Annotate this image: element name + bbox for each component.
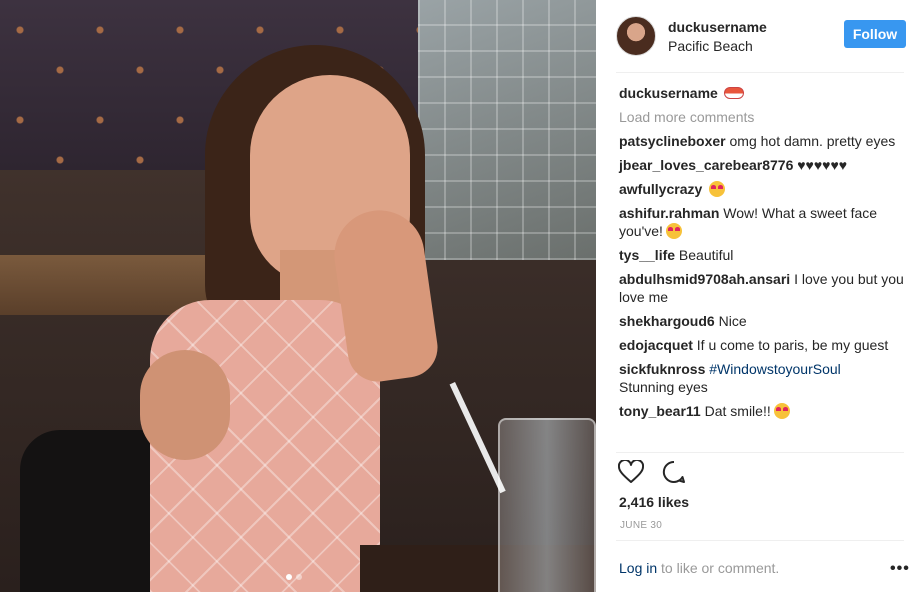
person-arm-left [140, 350, 230, 460]
comment-username[interactable]: edojacquet [619, 337, 693, 353]
caption: duckusername [619, 84, 909, 102]
carousel-indicator[interactable] [286, 574, 302, 580]
more-options-icon[interactable]: ••• [890, 560, 910, 578]
comment-text: Nice [714, 313, 747, 329]
comment: jbear_loves_carebear8776 ♥♥♥♥♥♥ [619, 156, 909, 174]
comment-username[interactable]: patsyclineboxer [619, 133, 726, 149]
divider [616, 72, 904, 73]
comment-text [702, 181, 706, 197]
login-prompt: Log in to like or comment. [619, 560, 779, 576]
comment-text: Dat smile!! [700, 403, 771, 419]
comment-username[interactable]: jbear_loves_carebear8776 [619, 157, 793, 173]
comment-text: Stunning eyes [619, 379, 708, 395]
heart-eyes-icon [665, 223, 682, 239]
comment-username[interactable]: ashifur.rahman [619, 205, 719, 221]
login-suffix: to like or comment. [657, 560, 780, 576]
divider [616, 540, 904, 541]
follow-button[interactable]: Follow [844, 20, 906, 48]
comment: ashifur.rahman Wow! What a sweet face yo… [619, 204, 909, 240]
comment-username[interactable]: abdulhsmid9708ah.ansari [619, 271, 790, 287]
comment-username[interactable]: awfullycrazy [619, 181, 702, 197]
comment-text: Beautiful [675, 247, 734, 263]
comment: edojacquet If u come to paris, be my gue… [619, 336, 909, 354]
background-counter [0, 255, 210, 315]
comment: tony_bear11 Dat smile!! [619, 402, 909, 420]
post-header: duckusername Pacific Beach Follow [596, 0, 924, 72]
action-bar [618, 460, 686, 484]
likes-count[interactable]: 2,416 likes [619, 494, 689, 510]
post-date: JUNE 30 [620, 520, 663, 531]
comment: shekhargoud6 Nice [619, 312, 909, 330]
comment-text: ♥♥♥♥♥♥ [793, 157, 848, 173]
comment-username[interactable]: tys__life [619, 247, 675, 263]
comment: abdulhsmid9708ah.ansari I love you but y… [619, 270, 909, 306]
hashtag-link[interactable]: #WindowstoyourSoul [709, 361, 841, 377]
drinking-glass [498, 418, 596, 592]
comment-text: omg hot damn. pretty eyes [725, 133, 896, 149]
post-side-panel: duckusername Pacific Beach Follow duckus… [596, 0, 924, 592]
avatar[interactable] [616, 16, 656, 56]
comment-username[interactable]: shekhargoud6 [619, 313, 715, 329]
comment-username[interactable]: sickfuknross [619, 361, 705, 377]
header-location[interactable]: Pacific Beach [668, 37, 767, 55]
background-glass-blocks [418, 0, 596, 260]
heart-eyes-icon [773, 403, 790, 419]
comment: awfullycrazy [619, 180, 909, 198]
carousel-dot-active[interactable] [286, 574, 292, 580]
header-username[interactable]: duckusername [668, 18, 767, 36]
sushi-icon [723, 87, 744, 99]
comment-icon[interactable] [662, 460, 686, 484]
comment-username[interactable]: tony_bear11 [619, 403, 701, 419]
login-link[interactable]: Log in [619, 560, 657, 576]
comments-list: duckusername Load more comments patsycli… [619, 84, 909, 426]
comment: tys__life Beautiful [619, 246, 909, 264]
post-photo[interactable] [0, 0, 596, 592]
load-more-comments-link[interactable]: Load more comments [619, 108, 909, 126]
caption-username[interactable]: duckusername [619, 84, 718, 102]
carousel-dot[interactable] [296, 574, 302, 580]
comment: patsyclineboxer omg hot damn. pretty eye… [619, 132, 909, 150]
heart-outline-icon[interactable] [618, 460, 644, 484]
comment: sickfuknross #WindowstoyourSoul Stunning… [619, 360, 909, 396]
divider [616, 452, 904, 453]
comment-text: If u come to paris, be my guest [692, 337, 889, 353]
heart-eyes-icon [709, 181, 726, 197]
